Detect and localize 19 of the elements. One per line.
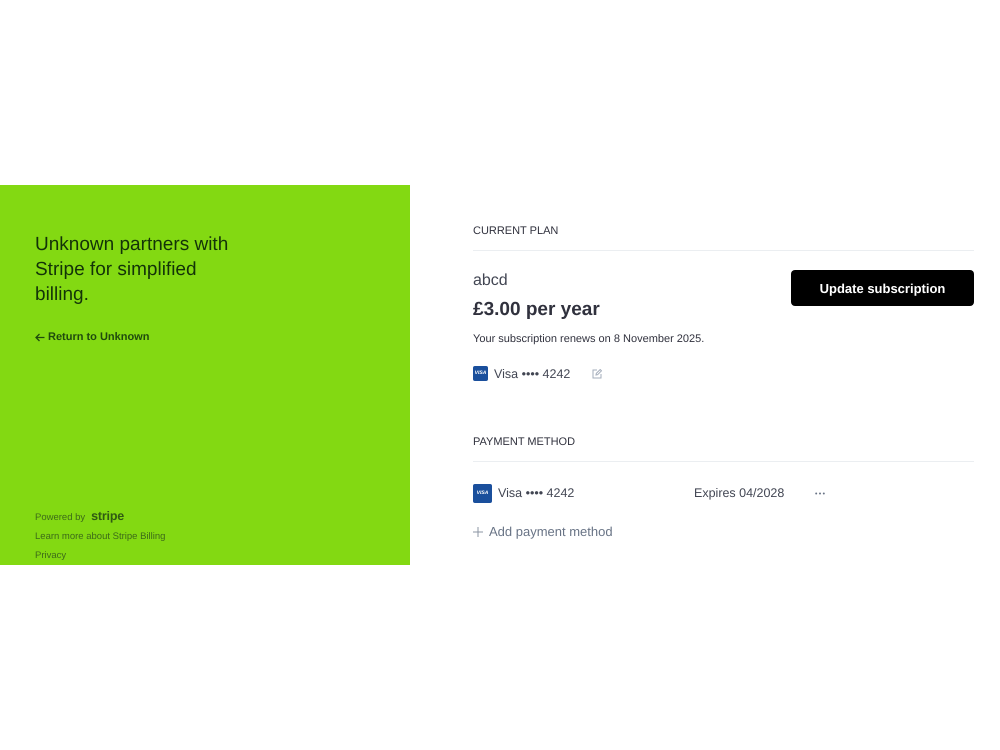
brand-logo: stripe <box>91 509 124 523</box>
plus-icon <box>473 526 483 536</box>
sidebar-headline: Unknown partners with Stripe for simplified billing. <box>35 233 230 307</box>
card-label: Visa •••• 4242 <box>494 366 570 380</box>
footer-link[interactable]: Privacy <box>35 549 66 563</box>
section-heading: PAYMENT METHOD <box>473 435 576 449</box>
card-expiry: Expires 04/2028 <box>694 486 786 500</box>
plan-price: £3.00 per year <box>473 298 600 322</box>
renewal-note: Your subscription renews on 8 November 2025. <box>473 332 704 346</box>
arrow-left-icon <box>35 332 45 342</box>
card-label: Visa •••• 4242 <box>498 486 574 500</box>
section-heading: CURRENT PLAN <box>473 224 558 238</box>
return-link[interactable]: Return to Unknown <box>35 331 150 343</box>
plan-name: abcd <box>473 271 508 291</box>
more-options-icon[interactable] <box>815 492 825 494</box>
powered-by-text: Powered by <box>35 511 86 525</box>
update-subscription-button[interactable]: Update subscription <box>791 270 974 306</box>
add-payment-method-button[interactable]: Add payment method <box>473 524 613 539</box>
footer-link[interactable]: Learn more about Stripe Billing <box>35 530 166 544</box>
